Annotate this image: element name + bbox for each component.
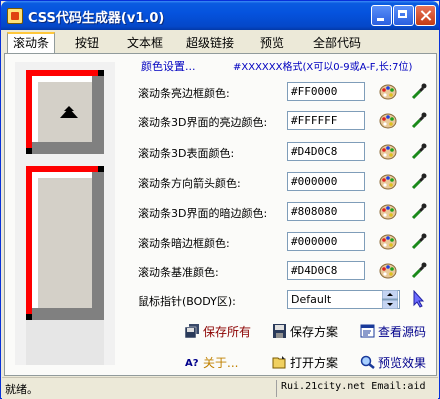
about-label: 关于...: [203, 356, 239, 370]
palette-icon[interactable]: [379, 83, 397, 101]
3dlight-color-label: 滚动条3D界面的亮边颜色:: [138, 116, 268, 129]
tab-bar: 滚动条 按钮 文本框 超级链接 预览 全部代码: [4, 32, 438, 54]
palette-icon[interactable]: [379, 143, 397, 161]
preview-up-button: [26, 70, 104, 154]
palette-icon[interactable]: [379, 112, 397, 130]
highlight-color-input[interactable]: #FF0000: [287, 82, 365, 101]
save-all-button[interactable]: 保存所有: [184, 323, 252, 341]
preview-effect-button[interactable]: 预览效果: [360, 354, 426, 372]
base-color-label: 滚动条基准颜色:: [138, 266, 219, 279]
face-color-label: 滚动条3D表面颜色:: [138, 147, 235, 160]
tab-hyperlink[interactable]: 超级链接: [180, 34, 240, 52]
tab-textbox[interactable]: 文本框: [121, 34, 169, 52]
close-button[interactable]: [415, 5, 436, 26]
eyedropper-icon[interactable]: [411, 142, 427, 160]
minimize-button[interactable]: [371, 5, 392, 26]
palette-icon[interactable]: [379, 262, 397, 280]
status-text: 就绪。: [5, 383, 38, 396]
tab-all-code[interactable]: 全部代码: [307, 34, 367, 52]
eyedropper-icon[interactable]: [411, 232, 427, 250]
about-button[interactable]: A? 关于...: [185, 354, 238, 372]
status-bar: 就绪。 Rui.21city.net Email:aid: [2, 377, 438, 399]
app-icon: [7, 8, 23, 24]
tab-preview[interactable]: 预览: [254, 34, 290, 52]
eyedropper-icon[interactable]: [411, 202, 427, 220]
tab-panel: 颜色设置... #XXXXXX格式(X可以0-9或A-F,长:7位) 滚动条亮边…: [4, 53, 437, 376]
darkshadow-color-input[interactable]: #000000: [287, 232, 365, 251]
save-all-icon: [184, 324, 200, 339]
shadow-color-label: 滚动条3D界面的暗边颜色:: [138, 207, 268, 220]
tab-scrollbar[interactable]: 滚动条: [7, 32, 55, 53]
status-separator: [276, 380, 277, 397]
save-icon: [272, 324, 287, 338]
scrollbar-preview: [15, 62, 115, 365]
open-scheme-button[interactable]: 打开方案: [272, 354, 338, 372]
window-title: CSS代码生成器(v1.0): [28, 11, 165, 26]
arrow-color-label: 滚动条方向箭头颜色:: [138, 177, 241, 190]
palette-icon[interactable]: [379, 233, 397, 251]
app-window: CSS代码生成器(v1.0) 滚动条 按钮 文本框 超级链接 预览 全部代码 颜…: [0, 0, 440, 399]
shadow-color-input[interactable]: #808080: [287, 202, 365, 221]
darkshadow-color-label: 滚动条暗边框颜色:: [138, 237, 230, 250]
preview-icon: [360, 355, 375, 369]
format-hint: #XXXXXX格式(X可以0-9或A-F,长:7位): [233, 62, 413, 73]
cursor-arrow-icon: [412, 289, 426, 308]
maximize-button[interactable]: [393, 5, 414, 26]
face-color-input[interactable]: #D4D0C8: [287, 142, 365, 161]
status-info: Rui.21city.net Email:aid: [281, 381, 426, 392]
open-icon: [272, 355, 287, 369]
preview-thumb: [26, 166, 104, 320]
title-bar[interactable]: CSS代码生成器(v1.0): [1, 1, 439, 30]
preview-track: [26, 320, 104, 365]
cursor-spinner[interactable]: [381, 289, 399, 310]
source-code-icon: [360, 324, 375, 338]
palette-icon[interactable]: [379, 173, 397, 191]
svg-text:A?: A?: [185, 358, 199, 369]
help-icon: A?: [185, 355, 200, 369]
highlight-color-label: 滚动条亮边框颜色:: [138, 87, 230, 100]
save-scheme-label: 保存方案: [290, 325, 339, 339]
tab-button[interactable]: 按钮: [67, 34, 107, 52]
palette-icon[interactable]: [379, 203, 397, 221]
save-scheme-button[interactable]: 保存方案: [272, 323, 338, 341]
eyedropper-icon[interactable]: [411, 82, 427, 100]
color-settings-header: 颜色设置...: [141, 60, 196, 73]
arrow-color-input[interactable]: #000000: [287, 172, 365, 191]
open-scheme-label: 打开方案: [290, 356, 339, 370]
view-source-label: 查看源码: [378, 325, 427, 339]
save-all-label: 保存所有: [203, 325, 252, 339]
eyedropper-icon[interactable]: [411, 111, 427, 129]
view-source-button[interactable]: 查看源码: [360, 323, 426, 341]
3dlight-color-input[interactable]: #FFFFFF: [287, 111, 365, 130]
eyedropper-icon[interactable]: [411, 261, 427, 279]
base-color-input[interactable]: #D4D0C8: [287, 261, 365, 280]
eyedropper-icon[interactable]: [411, 172, 427, 190]
cursor-label: 鼠标指针(BODY区):: [138, 295, 236, 308]
preview-effect-label: 预览效果: [378, 356, 427, 370]
